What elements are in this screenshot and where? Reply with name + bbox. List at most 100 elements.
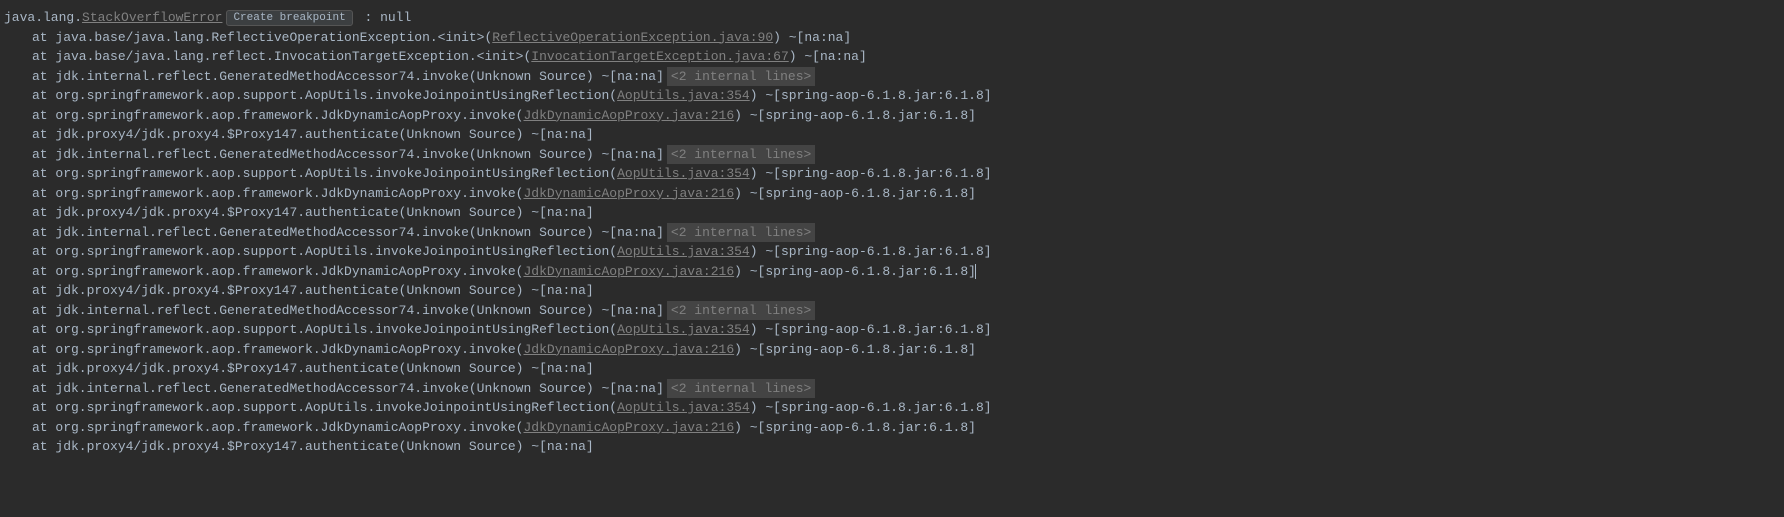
frame-prefix: org.springframework.aop.support.AopUtils…: [55, 166, 617, 181]
source-link[interactable]: JdkDynamicAopProxy.java:216: [523, 186, 734, 201]
at-keyword: at: [32, 186, 55, 201]
frame-prefix: jdk.internal.reflect.GeneratedMethodAcce…: [55, 303, 664, 318]
source-link[interactable]: AopUtils.java:354: [617, 244, 750, 259]
at-keyword: at: [32, 381, 55, 396]
exception-message-suffix: : null: [357, 10, 412, 25]
frame-prefix: java.base/java.lang.ReflectiveOperationE…: [55, 30, 492, 45]
source-link[interactable]: AopUtils.java:354: [617, 88, 750, 103]
stack-frame-line: at jdk.proxy4/jdk.proxy4.$Proxy147.authe…: [4, 125, 1780, 145]
at-keyword: at: [32, 225, 55, 240]
at-keyword: at: [32, 88, 55, 103]
stack-frame-line: at jdk.internal.reflect.GeneratedMethodA…: [4, 301, 1780, 321]
stack-frame-line: at jdk.proxy4/jdk.proxy4.$Proxy147.authe…: [4, 203, 1780, 223]
frame-prefix: org.springframework.aop.support.AopUtils…: [55, 88, 617, 103]
source-link[interactable]: InvocationTargetException.java:67: [531, 49, 788, 64]
source-link[interactable]: JdkDynamicAopProxy.java:216: [523, 420, 734, 435]
stack-frame-line: at jdk.internal.reflect.GeneratedMethodA…: [4, 145, 1780, 165]
stack-frame-line: at org.springframework.aop.support.AopUt…: [4, 398, 1780, 418]
at-keyword: at: [32, 283, 55, 298]
source-link[interactable]: AopUtils.java:354: [617, 322, 750, 337]
frame-prefix: jdk.internal.reflect.GeneratedMethodAcce…: [55, 147, 664, 162]
frame-prefix: jdk.internal.reflect.GeneratedMethodAcce…: [55, 381, 664, 396]
exception-header-line: java.lang.StackOverflowError Create break…: [4, 8, 1780, 28]
frame-suffix: ) ~[spring-aop-6.1.8.jar:6.1.8]: [734, 264, 976, 279]
frame-prefix: jdk.proxy4/jdk.proxy4.$Proxy147.authenti…: [55, 205, 593, 220]
frame-suffix: ) ~[spring-aop-6.1.8.jar:6.1.8]: [734, 342, 976, 357]
at-keyword: at: [32, 342, 55, 357]
stack-frame-line: at jdk.internal.reflect.GeneratedMethodA…: [4, 223, 1780, 243]
stack-frame-line: at jdk.proxy4/jdk.proxy4.$Proxy147.authe…: [4, 437, 1780, 457]
frame-suffix: ) ~[spring-aop-6.1.8.jar:6.1.8]: [750, 244, 992, 259]
source-link[interactable]: AopUtils.java:354: [617, 400, 750, 415]
stack-frame-line: at org.springframework.aop.support.AopUt…: [4, 86, 1780, 106]
at-keyword: at: [32, 205, 55, 220]
at-keyword: at: [32, 127, 55, 142]
stack-frame-line: at java.base/java.lang.ReflectiveOperati…: [4, 28, 1780, 48]
frame-suffix: ) ~[spring-aop-6.1.8.jar:6.1.8]: [750, 88, 992, 103]
internal-lines-badge[interactable]: <2 internal lines>: [667, 379, 815, 399]
frame-prefix: org.springframework.aop.framework.JdkDyn…: [55, 342, 523, 357]
stack-frame-line: at org.springframework.aop.support.AopUt…: [4, 164, 1780, 184]
at-keyword: at: [32, 108, 55, 123]
frame-prefix: jdk.proxy4/jdk.proxy4.$Proxy147.authenti…: [55, 283, 593, 298]
internal-lines-badge[interactable]: <2 internal lines>: [667, 301, 815, 321]
text-cursor: [975, 264, 976, 279]
stack-frame-line: at org.springframework.aop.framework.Jdk…: [4, 262, 1780, 282]
frame-suffix: ) ~[spring-aop-6.1.8.jar:6.1.8]: [734, 108, 976, 123]
frame-suffix: ) ~[spring-aop-6.1.8.jar:6.1.8]: [750, 400, 992, 415]
internal-lines-badge[interactable]: <2 internal lines>: [667, 223, 815, 243]
stack-frame-line: at org.springframework.aop.framework.Jdk…: [4, 106, 1780, 126]
at-keyword: at: [32, 400, 55, 415]
stack-frame-line: at org.springframework.aop.framework.Jdk…: [4, 184, 1780, 204]
stack-frame-line: at java.base/java.lang.reflect.Invocatio…: [4, 47, 1780, 67]
frame-suffix: ) ~[spring-aop-6.1.8.jar:6.1.8]: [750, 166, 992, 181]
at-keyword: at: [32, 69, 55, 84]
at-keyword: at: [32, 361, 55, 376]
frame-prefix: org.springframework.aop.support.AopUtils…: [55, 244, 617, 259]
frame-prefix: jdk.internal.reflect.GeneratedMethodAcce…: [55, 225, 664, 240]
stack-frame-line: at org.springframework.aop.framework.Jdk…: [4, 418, 1780, 438]
frame-prefix: jdk.proxy4/jdk.proxy4.$Proxy147.authenti…: [55, 361, 593, 376]
frame-suffix: ) ~[spring-aop-6.1.8.jar:6.1.8]: [750, 322, 992, 337]
frame-prefix: jdk.proxy4/jdk.proxy4.$Proxy147.authenti…: [55, 127, 593, 142]
frame-suffix: ) ~[na:na]: [773, 30, 851, 45]
internal-lines-badge[interactable]: <2 internal lines>: [667, 145, 815, 165]
frame-prefix: org.springframework.aop.framework.JdkDyn…: [55, 186, 523, 201]
source-link[interactable]: AopUtils.java:354: [617, 166, 750, 181]
at-keyword: at: [32, 303, 55, 318]
frame-suffix: ) ~[spring-aop-6.1.8.jar:6.1.8]: [734, 186, 976, 201]
stack-frame-line: at jdk.proxy4/jdk.proxy4.$Proxy147.authe…: [4, 281, 1780, 301]
source-link[interactable]: JdkDynamicAopProxy.java:216: [523, 264, 734, 279]
frame-prefix: org.springframework.aop.framework.JdkDyn…: [55, 420, 523, 435]
stack-frame-line: at jdk.internal.reflect.GeneratedMethodA…: [4, 379, 1780, 399]
at-keyword: at: [32, 439, 55, 454]
source-link[interactable]: JdkDynamicAopProxy.java:216: [523, 342, 734, 357]
frame-prefix: org.springframework.aop.support.AopUtils…: [55, 400, 617, 415]
at-keyword: at: [32, 49, 55, 64]
exception-class-link[interactable]: StackOverflowError: [82, 10, 222, 25]
at-keyword: at: [32, 264, 55, 279]
frame-suffix: ) ~[na:na]: [789, 49, 867, 64]
at-keyword: at: [32, 30, 55, 45]
frame-prefix: jdk.internal.reflect.GeneratedMethodAcce…: [55, 69, 664, 84]
create-breakpoint-button[interactable]: Create breakpoint: [226, 10, 352, 26]
internal-lines-badge[interactable]: <2 internal lines>: [667, 67, 815, 87]
source-link[interactable]: JdkDynamicAopProxy.java:216: [523, 108, 734, 123]
exception-package-prefix: java.lang.: [4, 10, 82, 25]
stack-frame-line: at org.springframework.aop.support.AopUt…: [4, 242, 1780, 262]
stack-frame-line: at jdk.proxy4/jdk.proxy4.$Proxy147.authe…: [4, 359, 1780, 379]
at-keyword: at: [32, 244, 55, 259]
frame-prefix: java.base/java.lang.reflect.InvocationTa…: [55, 49, 531, 64]
stack-frame-line: at jdk.internal.reflect.GeneratedMethodA…: [4, 67, 1780, 87]
stack-frame-line: at org.springframework.aop.framework.Jdk…: [4, 340, 1780, 360]
frame-prefix: org.springframework.aop.framework.JdkDyn…: [55, 264, 523, 279]
frame-prefix: org.springframework.aop.framework.JdkDyn…: [55, 108, 523, 123]
at-keyword: at: [32, 166, 55, 181]
frame-suffix: ) ~[spring-aop-6.1.8.jar:6.1.8]: [734, 420, 976, 435]
stack-frame-line: at org.springframework.aop.support.AopUt…: [4, 320, 1780, 340]
at-keyword: at: [32, 322, 55, 337]
at-keyword: at: [32, 147, 55, 162]
source-link[interactable]: ReflectiveOperationException.java:90: [492, 30, 773, 45]
at-keyword: at: [32, 420, 55, 435]
frame-prefix: jdk.proxy4/jdk.proxy4.$Proxy147.authenti…: [55, 439, 593, 454]
